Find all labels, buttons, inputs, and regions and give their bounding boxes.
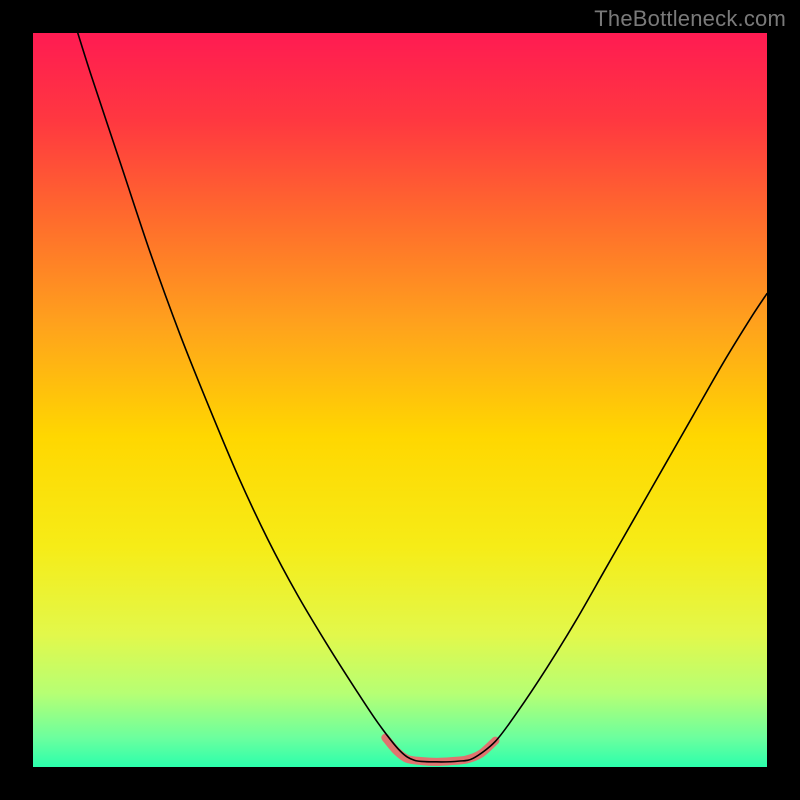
chart-svg xyxy=(33,33,767,767)
attribution-label: TheBottleneck.com xyxy=(594,6,786,32)
plot-area xyxy=(33,33,767,767)
chart-frame: TheBottleneck.com xyxy=(0,0,800,800)
chart-background xyxy=(33,33,767,767)
